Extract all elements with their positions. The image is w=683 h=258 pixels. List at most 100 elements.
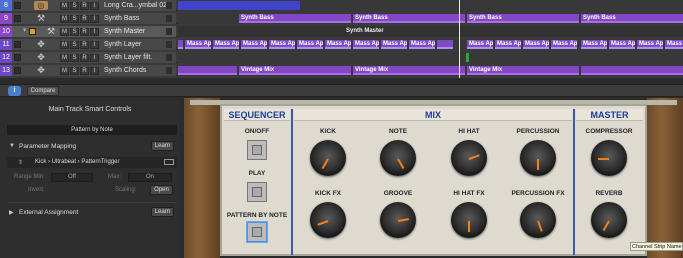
mute-button[interactable]: M bbox=[60, 15, 69, 23]
playhead[interactable] bbox=[459, 0, 460, 78]
track-name[interactable]: Synth Layer bbox=[104, 39, 141, 50]
region[interactable]: Mass App bbox=[269, 40, 295, 49]
track-name[interactable]: Synth Bass bbox=[104, 13, 139, 24]
parameter-mapping-header[interactable]: ▼ Parameter Mapping Learn bbox=[7, 141, 177, 153]
track-on-button[interactable] bbox=[14, 54, 21, 61]
parameter-path-selector[interactable]: ⇕ Kick › Ultrabeat › PatternTrigger bbox=[7, 157, 177, 168]
input-monitor-button[interactable]: I bbox=[90, 15, 99, 23]
track-on-button[interactable] bbox=[14, 15, 21, 22]
track-on-button[interactable] bbox=[14, 2, 21, 9]
track-volume[interactable] bbox=[166, 67, 172, 74]
record-button[interactable]: R bbox=[80, 41, 89, 49]
region[interactable]: Mass App bbox=[241, 40, 267, 49]
record-button[interactable]: R bbox=[80, 54, 89, 62]
mute-button[interactable]: M bbox=[60, 67, 69, 75]
solo-button[interactable]: S bbox=[70, 2, 79, 10]
track-on-button[interactable] bbox=[29, 28, 36, 35]
input-monitor-button[interactable]: I bbox=[90, 2, 99, 10]
external-assignment-header[interactable]: ▶ External Assignment Learn bbox=[7, 207, 177, 219]
track-row[interactable]: 8 ◎ M S R I Long Cra...ymbal 02 bbox=[0, 0, 683, 11]
external-learn-button[interactable]: Learn bbox=[151, 207, 174, 217]
pattern-by-note-button[interactable] bbox=[247, 222, 267, 242]
region[interactable]: Mass App bbox=[495, 40, 521, 49]
track-on-button[interactable] bbox=[14, 67, 21, 74]
region[interactable] bbox=[178, 40, 183, 49]
kick-knob[interactable] bbox=[310, 140, 346, 176]
region[interactable]: Synth Bass bbox=[353, 14, 465, 23]
track-row[interactable]: 9 ⚒ M S R I Synth Bass Synth Bass Synth … bbox=[0, 13, 683, 24]
region[interactable]: Mass App bbox=[609, 40, 635, 49]
region[interactable]: Vintage Mix bbox=[353, 66, 465, 75]
track-on-button[interactable] bbox=[14, 41, 21, 48]
disclosure-closed-icon[interactable]: ▶ bbox=[9, 209, 14, 216]
percfx-knob[interactable] bbox=[520, 202, 556, 238]
region[interactable]: Mass App bbox=[409, 40, 435, 49]
compare-button[interactable]: Compare bbox=[27, 86, 59, 96]
mute-button[interactable]: M bbox=[60, 28, 69, 36]
note-knob[interactable] bbox=[380, 140, 416, 176]
region[interactable]: Mass App bbox=[185, 40, 211, 49]
mute-button[interactable]: M bbox=[60, 41, 69, 49]
solo-button[interactable]: S bbox=[70, 15, 79, 23]
mute-button[interactable]: M bbox=[60, 54, 69, 62]
onoff-button[interactable] bbox=[247, 140, 267, 160]
region[interactable] bbox=[178, 1, 300, 10]
hihatfx-knob[interactable] bbox=[451, 202, 487, 238]
track-lane[interactable] bbox=[178, 52, 683, 63]
solo-button[interactable]: S bbox=[70, 67, 79, 75]
keyboard-icon[interactable] bbox=[164, 159, 174, 165]
solo-button[interactable]: S bbox=[70, 28, 79, 36]
region[interactable]: Mass App bbox=[523, 40, 549, 49]
track-name[interactable]: Long Cra...ymbal 02 bbox=[104, 0, 167, 11]
groove-knob[interactable] bbox=[380, 202, 416, 238]
solo-button[interactable]: S bbox=[70, 54, 79, 62]
track-header[interactable]: 11 ✥ M S R I Synth Layer bbox=[0, 39, 176, 50]
track-volume[interactable] bbox=[166, 28, 172, 35]
track-volume[interactable] bbox=[166, 54, 172, 61]
input-monitor-button[interactable]: I bbox=[90, 54, 99, 62]
learn-button[interactable]: Learn bbox=[151, 141, 174, 151]
percussion-knob[interactable] bbox=[520, 140, 556, 176]
region[interactable]: Mass App bbox=[297, 40, 323, 49]
track-lane[interactable]: Vintage Mix Vintage Mix Vintage Mix bbox=[178, 65, 683, 76]
scaling-open-button[interactable]: Open bbox=[150, 185, 173, 195]
track-lane[interactable] bbox=[178, 0, 683, 11]
track-name[interactable]: Synth Master bbox=[104, 26, 145, 37]
info-button[interactable]: i bbox=[8, 86, 21, 96]
region[interactable]: Mass App bbox=[665, 40, 683, 49]
reverb-knob[interactable] bbox=[591, 202, 627, 238]
max-field[interactable]: On bbox=[128, 173, 172, 182]
input-monitor-button[interactable]: I bbox=[90, 67, 99, 75]
track-header[interactable]: 12 ✥ M S R I Synth Layer filt. bbox=[0, 52, 176, 63]
track-lane[interactable]: Mass App Mass App Mass App Mass App Mass… bbox=[178, 39, 683, 50]
region[interactable] bbox=[466, 53, 469, 62]
record-button[interactable]: R bbox=[80, 67, 89, 75]
track-header[interactable]: 10 ▾ ⚒ M S R I Synth Master bbox=[0, 26, 176, 37]
track-name[interactable]: Synth Chords bbox=[104, 65, 146, 76]
track-lane[interactable]: Synth Master bbox=[178, 26, 683, 37]
region[interactable] bbox=[178, 66, 237, 75]
track-name[interactable]: Synth Layer filt. bbox=[104, 52, 152, 63]
selected-control-name[interactable]: Pattern by Note bbox=[7, 125, 177, 135]
track-row[interactable]: 10 ▾ ⚒ M S R I Synth Master Synth Master bbox=[0, 26, 683, 37]
kickfx-knob[interactable] bbox=[310, 202, 346, 238]
region[interactable]: Synth Bass bbox=[467, 14, 579, 23]
track-header[interactable]: 8 ◎ M S R I Long Cra...ymbal 02 bbox=[0, 0, 176, 11]
region[interactable]: Synth Bass bbox=[239, 14, 351, 23]
record-button[interactable]: R bbox=[80, 2, 89, 10]
hihat-knob[interactable] bbox=[451, 140, 487, 176]
track-row[interactable]: 13 ✥ M S R I Synth Chords Vintage Mix Vi… bbox=[0, 65, 683, 76]
region[interactable] bbox=[581, 66, 683, 75]
track-header[interactable]: 9 ⚒ M S R I Synth Bass bbox=[0, 13, 176, 24]
record-button[interactable]: R bbox=[80, 28, 89, 36]
disclosure-open-icon[interactable]: ▼ bbox=[9, 143, 15, 149]
input-monitor-button[interactable]: I bbox=[90, 28, 99, 36]
region[interactable] bbox=[437, 40, 453, 49]
range-min-field[interactable]: Off bbox=[51, 173, 93, 182]
track-volume[interactable] bbox=[166, 2, 172, 9]
region[interactable]: Mass App bbox=[637, 40, 663, 49]
input-monitor-button[interactable]: I bbox=[90, 41, 99, 49]
compressor-knob[interactable] bbox=[591, 140, 627, 176]
track-row[interactable]: 11 ✥ M S R I Synth Layer Mass App Mass A… bbox=[0, 39, 683, 50]
region[interactable]: Mass App bbox=[381, 40, 407, 49]
